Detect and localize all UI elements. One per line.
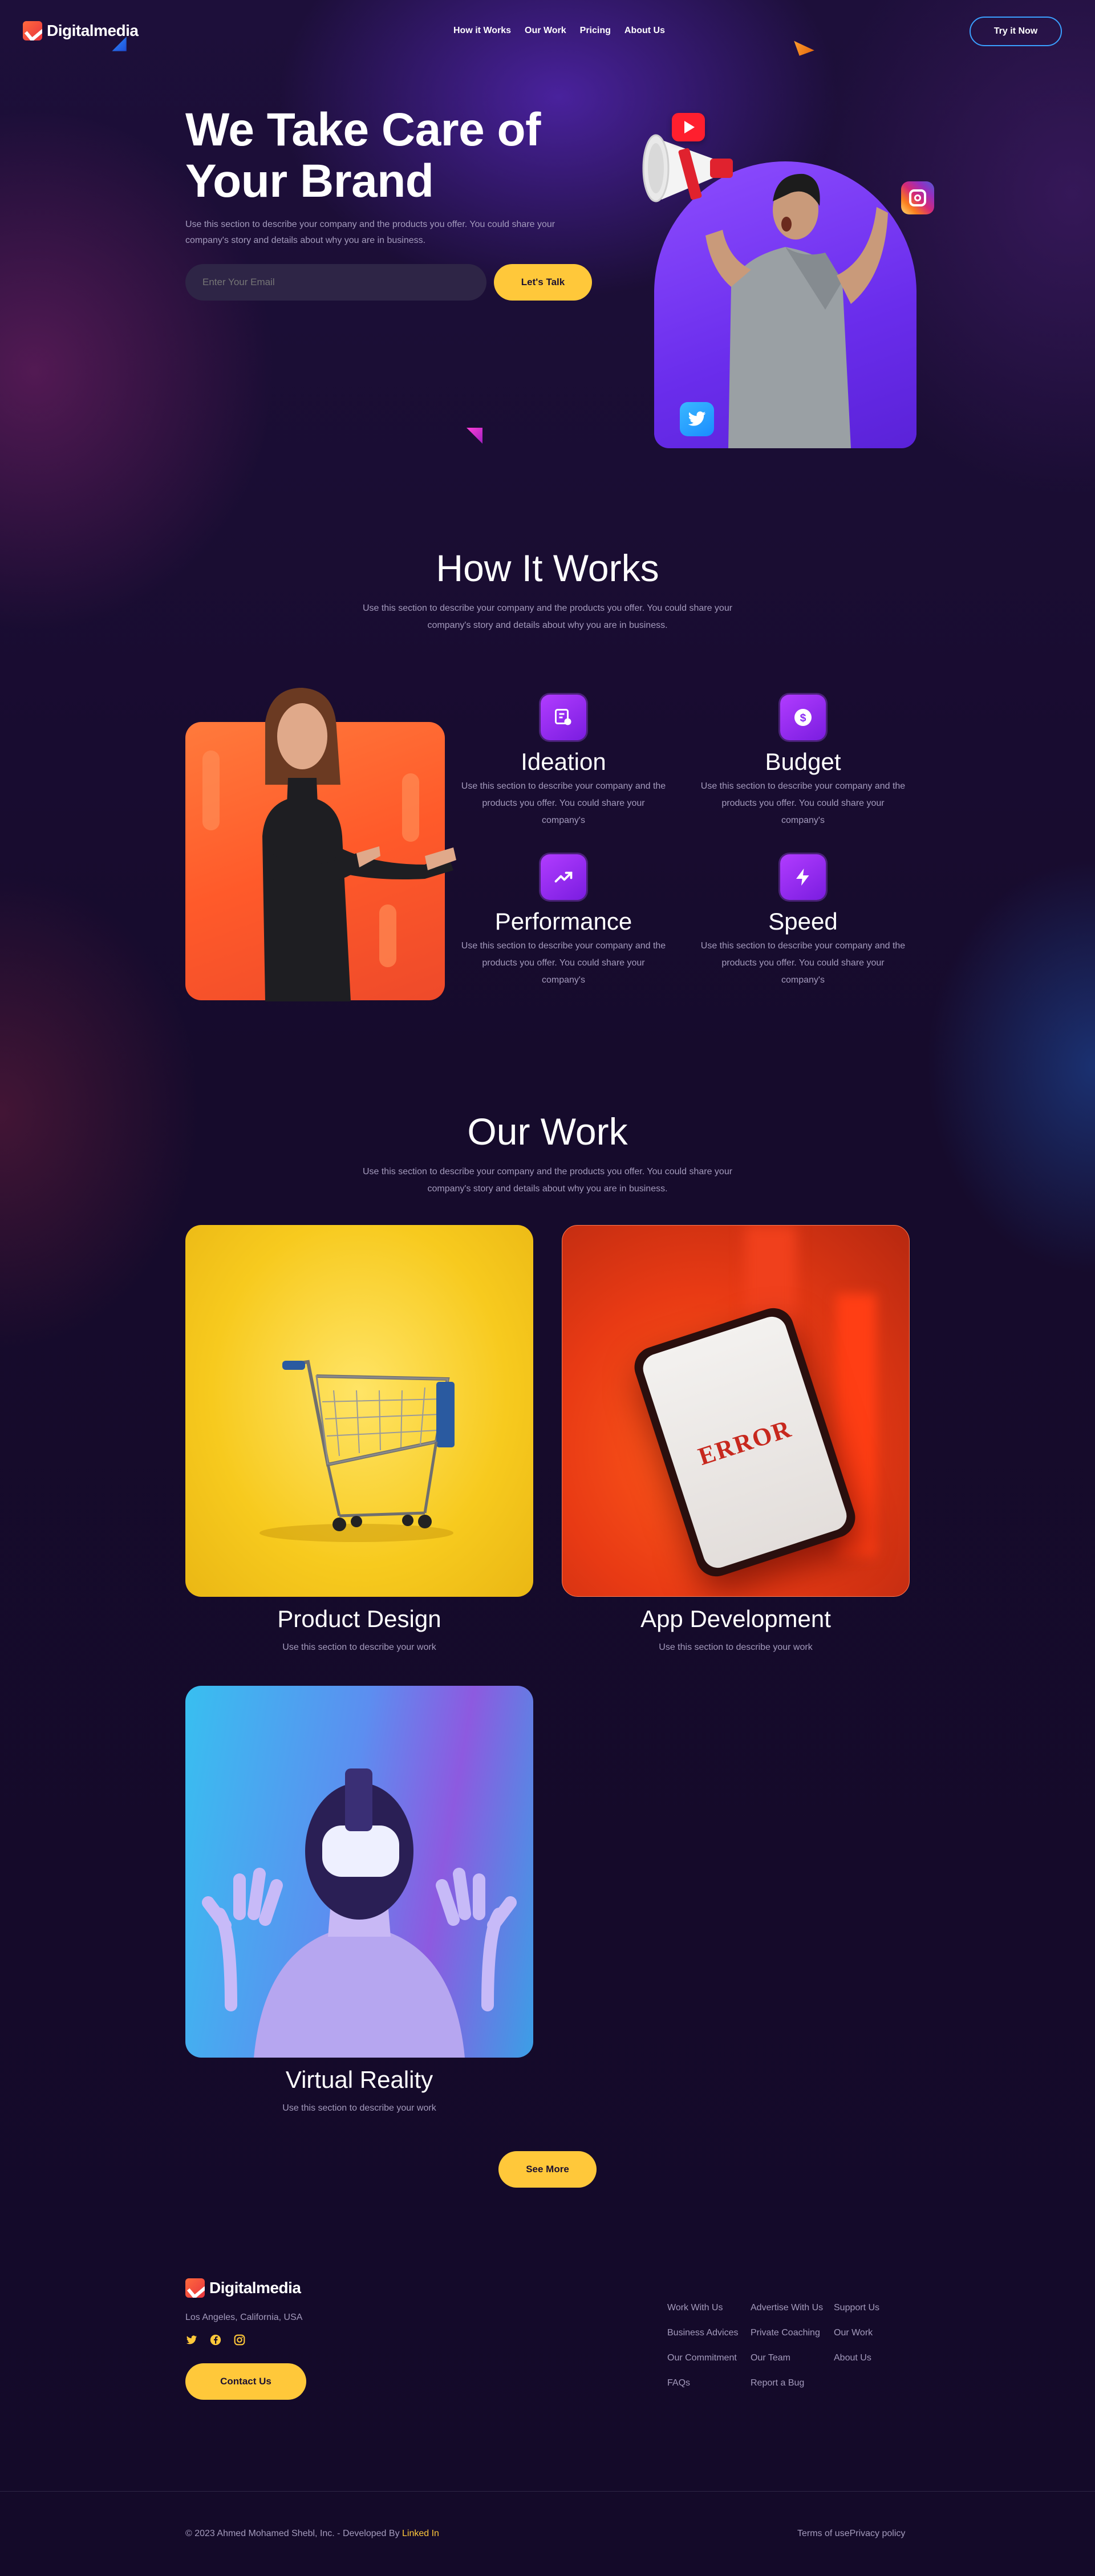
footer-brand-logo[interactable]: Digitalmedia xyxy=(185,2278,301,2298)
nav-about-us[interactable]: About Us xyxy=(624,26,665,36)
try-it-now-button[interactable]: Try it Now xyxy=(970,17,1062,46)
project-title: Product Design xyxy=(277,1605,441,1632)
email-input[interactable] xyxy=(185,264,486,301)
how-it-works-title: How It Works xyxy=(436,547,659,589)
footer-link[interactable]: Business Advices xyxy=(667,2328,739,2338)
privacy-link[interactable]: Privacy policy xyxy=(850,2529,906,2539)
hero-title-line2: Your Brand xyxy=(185,155,434,207)
footer-divider xyxy=(0,2491,1095,2492)
linkedin-link[interactable]: Linked In xyxy=(402,2529,439,2538)
feature-title: Speed xyxy=(768,908,838,935)
footer-link[interactable]: Report a Bug xyxy=(751,2378,804,2388)
vr-headset-person-image xyxy=(202,1768,517,2058)
main-nav: How it Works Our Work Pricing About Us xyxy=(453,26,665,36)
project-title: Virtual Reality xyxy=(285,2066,433,2093)
hero-title: We Take Care of Your Brand xyxy=(185,104,541,207)
footer-social-links xyxy=(185,2334,246,2346)
project-card-app-development[interactable]: ERROR xyxy=(562,1225,910,1597)
legal-links: Terms of use Privacy policy xyxy=(797,2529,905,2539)
logo-mark-icon xyxy=(185,2278,205,2298)
see-more-button[interactable]: See More xyxy=(498,2151,597,2188)
lets-talk-button[interactable]: Let's Talk xyxy=(494,264,592,301)
ideation-icon xyxy=(541,695,586,740)
project-title: App Development xyxy=(640,1605,831,1632)
footer-link[interactable]: Support Us xyxy=(834,2303,879,2313)
project-card-virtual-reality[interactable] xyxy=(185,1686,533,2058)
facebook-icon[interactable] xyxy=(209,2334,222,2346)
page: Digitalmedia How it Works Our Work Prici… xyxy=(0,0,1095,2576)
logo-mark-icon xyxy=(23,21,42,40)
our-work-title: Our Work xyxy=(467,1110,628,1153)
project-description: Use this section to describe your work xyxy=(659,1642,813,1652)
footer-link[interactable]: Private Coaching xyxy=(751,2328,820,2338)
project-description: Use this section to describe your work xyxy=(282,1642,436,1652)
feature-title: Performance xyxy=(494,908,632,935)
footer-link[interactable]: Work With Us xyxy=(667,2303,723,2313)
feature-performance: Performance Use this section to describe… xyxy=(461,854,666,989)
copyright: © 2023 Ahmed Mohamed Shebl, Inc. - Devel… xyxy=(185,2529,439,2539)
trending-up-icon xyxy=(541,854,586,900)
phone-image: ERROR xyxy=(629,1303,861,1582)
hero-description: Use this section to describe your compan… xyxy=(185,220,555,245)
terms-link[interactable]: Terms of use xyxy=(797,2529,850,2539)
footer-link[interactable]: Our Team xyxy=(751,2353,790,2363)
shopping-cart-image xyxy=(259,1360,455,1542)
feature-speed: Speed Use this section to describe your … xyxy=(700,854,906,989)
how-it-works-description: Use this section to describe your compan… xyxy=(362,603,733,630)
footer-link[interactable]: Our Commitment xyxy=(667,2353,737,2363)
feature-budget: $ Budget Use this section to describe yo… xyxy=(700,695,906,829)
contact-us-button[interactable]: Contact Us xyxy=(185,2363,306,2400)
nav-our-work[interactable]: Our Work xyxy=(525,26,566,36)
footer-link[interactable]: FAQs xyxy=(667,2378,690,2388)
footer-link[interactable]: Our Work xyxy=(834,2328,873,2338)
nav-pricing[interactable]: Pricing xyxy=(580,26,611,36)
project-card-product-design[interactable] xyxy=(185,1225,533,1597)
hero-title-line1: We Take Care of xyxy=(185,104,541,156)
lightning-icon xyxy=(780,854,826,900)
feature-text: Use this section to describe your compan… xyxy=(700,941,906,985)
project-description: Use this section to describe your work xyxy=(282,2103,436,2113)
feature-text: Use this section to describe your compan… xyxy=(461,781,666,825)
footer-link[interactable]: Advertise With Us xyxy=(751,2303,823,2313)
twitter-icon xyxy=(680,402,714,436)
footer-brand-name: Digitalmedia xyxy=(209,2279,301,2297)
feature-title: Ideation xyxy=(521,748,606,775)
youtube-icon xyxy=(672,113,705,141)
feature-text: Use this section to describe your compan… xyxy=(700,781,906,825)
instagram-icon[interactable] xyxy=(233,2334,246,2346)
svg-text:$: $ xyxy=(800,712,806,724)
decor-triangle-orange xyxy=(794,35,814,56)
brand-name: Digitalmedia xyxy=(47,22,139,39)
feature-ideation: Ideation Use this section to describe yo… xyxy=(461,695,666,829)
footer-location: Los Angeles, California, USA xyxy=(185,2313,303,2322)
feature-text: Use this section to describe your compan… xyxy=(461,941,666,985)
instagram-icon xyxy=(901,181,934,214)
feature-title: Budget xyxy=(765,748,841,775)
how-it-works-image xyxy=(185,688,456,1001)
nav-how-it-works[interactable]: How it Works xyxy=(453,26,511,36)
our-work-description: Use this section to describe your compan… xyxy=(362,1167,733,1194)
pointing-woman-illustration xyxy=(202,688,456,1001)
decor-triangle-pink xyxy=(467,428,482,444)
copyright-text: © 2023 Ahmed Mohamed Shebl, Inc. - Devel… xyxy=(185,2529,400,2538)
error-screen-text: ERROR xyxy=(695,1414,795,1471)
dollar-icon: $ xyxy=(780,695,826,740)
twitter-icon[interactable] xyxy=(185,2334,198,2346)
brand-logo[interactable]: Digitalmedia xyxy=(23,21,139,40)
footer-link[interactable]: About Us xyxy=(834,2353,871,2363)
